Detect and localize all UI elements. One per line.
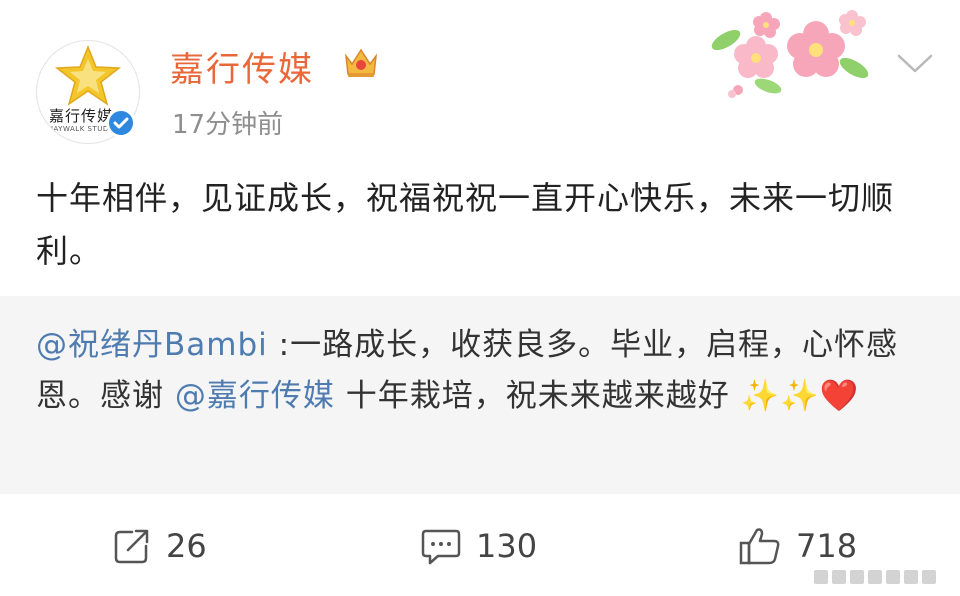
repost-text: @祝绪丹Bambi :一路成长，收获良多。毕业，启程，心怀感恩。感谢 @嘉行传媒… xyxy=(36,320,916,422)
post-text: 十年相伴，见证成长，祝福祝祝一直开心快乐，未来一切顺利。 xyxy=(36,179,895,270)
heart-emoji: ❤️ xyxy=(819,378,860,414)
flower-decoration-icon xyxy=(711,10,869,98)
share-icon xyxy=(114,529,149,564)
username[interactable]: 嘉行传媒 xyxy=(170,42,314,91)
watermark-logo xyxy=(808,564,952,590)
thumbs-up-icon xyxy=(739,528,780,565)
mention-link[interactable]: @嘉行传媒 xyxy=(175,378,335,414)
vip-crown-icon xyxy=(344,48,378,77)
verified-badge-icon xyxy=(106,108,136,138)
repost-box[interactable]: @祝绪丹Bambi :一路成长，收获良多。毕业，启程，心怀感恩。感谢 @嘉行传媒… xyxy=(0,296,960,494)
avatar-brand-text: 嘉行传媒 xyxy=(49,107,114,125)
comment-count: 130 xyxy=(476,527,538,565)
post-header: 嘉行传媒 JAYWALK STUDIO 嘉行传媒 17分钟前 xyxy=(0,0,960,160)
mention-link[interactable]: @祝绪丹Bambi xyxy=(36,327,268,363)
comment-button[interactable]: 130 xyxy=(420,524,537,568)
star-logo-icon xyxy=(54,45,122,106)
chevron-down-icon[interactable] xyxy=(896,52,934,76)
repost-count: 26 xyxy=(166,527,207,565)
repost-text-segment: 十年栽培，祝未来越来越好 xyxy=(334,378,741,414)
repost-button[interactable]: 26 xyxy=(112,524,207,568)
like-count: 718 xyxy=(796,527,858,565)
post-time: 17分钟前 xyxy=(172,110,284,140)
sparkles-emoji: ✨✨ xyxy=(740,378,820,414)
comment-icon xyxy=(421,529,461,565)
